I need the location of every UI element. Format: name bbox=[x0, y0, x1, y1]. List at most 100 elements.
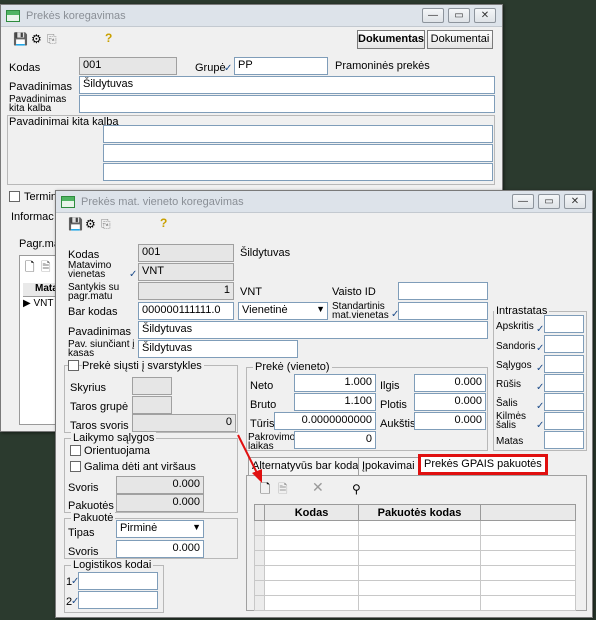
pakrovimo-field[interactable]: 0 bbox=[294, 431, 376, 449]
save-icon[interactable]: 💾 bbox=[13, 33, 28, 45]
tree-icon[interactable]: ⚙ bbox=[85, 218, 96, 230]
front-window: Prekės mat. vieneto koregavimas — ▭ ✕ 💾 ⚙ … bbox=[55, 190, 593, 618]
plotis-field[interactable]: 0.000 bbox=[414, 393, 486, 411]
close-icon[interactable]: ✕ bbox=[564, 194, 586, 209]
grid-col-kodas: Kodas bbox=[264, 504, 359, 521]
help-icon[interactable]: ? bbox=[160, 217, 167, 229]
pav-field[interactable]: Šildytuvas bbox=[138, 321, 488, 339]
pakuotes-field[interactable]: 0.000 bbox=[116, 494, 204, 512]
table-row[interactable] bbox=[254, 565, 576, 581]
terminal-checkbox[interactable] bbox=[9, 191, 20, 202]
kodas-label: Kodas bbox=[9, 62, 41, 74]
santykis-unit: VNT bbox=[240, 286, 262, 298]
gpais-grid[interactable]: Kodas Pakuotės kodas bbox=[254, 504, 576, 611]
tree-icon[interactable]: ⚙ bbox=[31, 33, 42, 45]
salygos-field[interactable] bbox=[544, 355, 584, 373]
pav-kitos-row1[interactable] bbox=[103, 125, 493, 143]
skyrius-field[interactable] bbox=[132, 377, 172, 395]
back-grid-row[interactable]: ▶ VNT bbox=[23, 298, 59, 312]
new-icon[interactable]: 🗋 bbox=[25, 261, 35, 273]
doc-icon[interactable]: 🗎 bbox=[41, 261, 51, 273]
pav-siunciant-field[interactable]: Šildytuvas bbox=[138, 340, 298, 358]
pav-kita-field[interactable] bbox=[79, 95, 495, 113]
salis-field[interactable] bbox=[544, 393, 584, 411]
pav-kitos-row2[interactable] bbox=[103, 144, 493, 162]
tipas-label: Tipas bbox=[68, 527, 95, 539]
pakuote-svoris-field[interactable]: 0.000 bbox=[116, 540, 204, 558]
delete-icon[interactable]: ✕ bbox=[312, 480, 324, 494]
bar-type-select[interactable]: Vienetinė ▼ bbox=[238, 302, 328, 320]
matas-field[interactable] bbox=[544, 431, 584, 449]
table-row[interactable] bbox=[254, 550, 576, 566]
taros-svoris-label: Taros svoris bbox=[70, 420, 129, 432]
laikymo-svoris-field[interactable]: 0.000 bbox=[116, 476, 204, 494]
bruto-field[interactable]: 1.100 bbox=[294, 393, 376, 411]
maximize-icon[interactable]: ▭ bbox=[538, 194, 560, 209]
tab-ipokavimai[interactable]: Įpokavimai bbox=[358, 457, 419, 475]
neto-label: Neto bbox=[250, 380, 274, 392]
maximize-icon[interactable]: ▭ bbox=[448, 8, 470, 23]
logistikos-row2-field[interactable] bbox=[78, 591, 158, 609]
svarstykles-checkbox[interactable] bbox=[68, 360, 79, 371]
front-titlebar: Prekės mat. vieneto koregavimas — ▭ ✕ bbox=[56, 191, 592, 213]
table-row[interactable] bbox=[254, 595, 576, 611]
tab-gpais[interactable]: Prekės GPAIS pakuotės bbox=[418, 454, 548, 475]
grupe-label: Grupė bbox=[195, 62, 226, 74]
auksis-field[interactable]: 0.000 bbox=[414, 412, 486, 430]
pav-label: Pavadinimas bbox=[68, 326, 131, 338]
table-row[interactable] bbox=[254, 580, 576, 596]
grupe-field[interactable]: PP bbox=[234, 57, 328, 75]
bar-field[interactable]: 000000111111.0 bbox=[138, 302, 234, 320]
check-icon: ✓ bbox=[129, 269, 138, 280]
tipas-value: Pirminė bbox=[120, 522, 158, 534]
table-row[interactable] bbox=[254, 520, 576, 536]
edit-icon[interactable]: 🗎 bbox=[278, 483, 288, 495]
santykis-label: Santykis su pagr.matu bbox=[68, 282, 120, 302]
rusis-field[interactable] bbox=[544, 374, 584, 392]
grid-row-value: VNT bbox=[33, 298, 54, 309]
dokumentai-button[interactable]: Dokumentai bbox=[427, 30, 493, 49]
tipas-select[interactable]: Pirminė ▼ bbox=[116, 520, 204, 538]
help-icon[interactable]: ? bbox=[105, 32, 112, 44]
taros-grupe-label: Taros grupė bbox=[70, 401, 129, 413]
orientuojama-checkbox[interactable] bbox=[70, 445, 81, 456]
tab-informacija[interactable]: Informac bbox=[11, 212, 54, 223]
pav-kitos-row3[interactable] bbox=[103, 163, 493, 181]
santykis-field[interactable]: 1 bbox=[138, 282, 234, 300]
copy-icon[interactable]: ⎘ bbox=[47, 33, 57, 45]
logistikos-row1-field[interactable] bbox=[78, 572, 158, 590]
back-titlebar: Prekės koregavimas — ▭ ✕ bbox=[1, 5, 502, 27]
kodas-field[interactable]: 001 bbox=[79, 57, 177, 75]
pav-label: Pavadinimas bbox=[9, 81, 72, 93]
copy-icon[interactable]: ⎘ bbox=[101, 218, 111, 230]
binoculars-icon[interactable]: ⚲ bbox=[352, 483, 361, 495]
table-row[interactable] bbox=[254, 535, 576, 551]
intrastatas-matas: Matas bbox=[496, 436, 524, 447]
ilgis-field[interactable]: 0.000 bbox=[414, 374, 486, 392]
terminal-label: Termin bbox=[24, 191, 58, 203]
preke-vieneto-title: Prekė (vieneto) bbox=[253, 361, 332, 373]
close-icon[interactable]: ✕ bbox=[474, 8, 496, 23]
neto-field[interactable]: 1.000 bbox=[294, 374, 376, 392]
galima-checkbox[interactable] bbox=[70, 461, 81, 472]
kodas-field[interactable]: 001 bbox=[138, 244, 234, 262]
intrastatas-apskritis: Apskritis bbox=[496, 321, 534, 332]
matavimo-field[interactable]: VNT bbox=[138, 263, 234, 281]
grid-col-extra bbox=[480, 504, 576, 521]
grid-col-pakuotes: Pakuotės kodas bbox=[358, 504, 481, 521]
kilmes-field[interactable] bbox=[544, 412, 584, 430]
dokumentas-button[interactable]: Dokumentas bbox=[357, 30, 425, 49]
sandoris-field[interactable] bbox=[544, 335, 584, 353]
apskritis-field[interactable] bbox=[544, 315, 584, 333]
vaisto-field[interactable] bbox=[398, 282, 488, 300]
minimize-icon[interactable]: — bbox=[512, 194, 534, 209]
minimize-icon[interactable]: — bbox=[422, 8, 444, 23]
standartinis-field[interactable] bbox=[398, 302, 488, 320]
pav-field[interactable]: Šildytuvas bbox=[79, 76, 495, 94]
taros-svoris-field[interactable]: 0 bbox=[132, 414, 236, 432]
standartinis-label: Standartinis mat.vienetas bbox=[332, 301, 389, 321]
turis-field[interactable]: 0.0000000000 bbox=[274, 412, 376, 430]
pav-kita-label: Pavadinimas kita kalba bbox=[9, 94, 67, 114]
taros-grupe-field[interactable] bbox=[132, 396, 172, 414]
save-icon[interactable]: 💾 bbox=[68, 218, 83, 230]
